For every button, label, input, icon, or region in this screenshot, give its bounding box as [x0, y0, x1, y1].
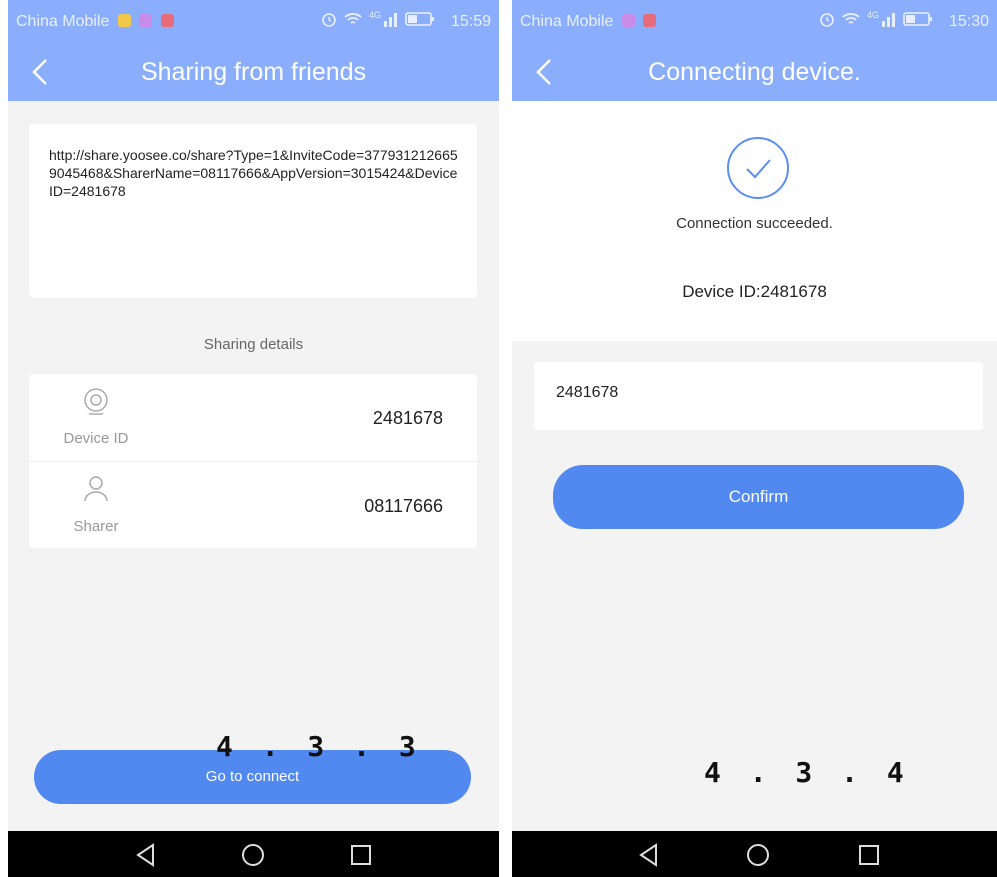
device-id-input[interactable] — [556, 384, 936, 402]
section-label: Sharing details — [203, 336, 304, 353]
status-icons: 4G — [321, 10, 435, 27]
phone-screen-connecting: China Mobile 4G 15:30 Connecting device.… — [512, 0, 997, 877]
nav-home-icon[interactable] — [240, 842, 266, 868]
alarm-icon — [322, 13, 336, 27]
sharing-details-card: Device ID 2481678 Sharer 08117666 — [29, 374, 477, 548]
message-notification-icon — [160, 14, 174, 27]
sharer-label: Sharer — [73, 518, 119, 535]
page-title: Connecting device. — [648, 58, 861, 86]
device-id-input-box — [534, 362, 983, 430]
share-url-card: http://share.yoosee.co/share?Type=1&Invi… — [29, 124, 477, 298]
share-url-text: http://share.yoosee.co/share?Type=1&Invi… — [49, 147, 458, 199]
battery-icon — [903, 12, 932, 26]
battery-icon — [405, 12, 434, 26]
success-check-icon — [727, 137, 789, 199]
status-time: 15:30 — [948, 13, 989, 30]
device-id-label: Device ID — [63, 430, 129, 447]
signal-icon — [882, 13, 895, 27]
status-icons: 4G — [819, 10, 933, 27]
nav-back-icon[interactable] — [133, 842, 159, 868]
nav-home-icon[interactable] — [745, 842, 771, 868]
device-id-value: 2481678 — [372, 408, 443, 428]
wifi-icon — [344, 13, 362, 24]
signal-icon — [384, 13, 397, 27]
detail-row-sharer: Sharer 08117666 — [29, 461, 477, 549]
system-nav-bar — [8, 831, 499, 877]
network-type: 4G — [866, 10, 879, 20]
sharer-value: 08117666 — [364, 496, 443, 516]
device-id-text: Device ID:2481678 — [682, 282, 827, 301]
person-icon — [84, 476, 108, 502]
phone-screen-sharing: China Mobile 4G 15:59 Sharing from frien… — [8, 0, 499, 877]
network-type: 4G — [368, 10, 381, 20]
message-notification-icon — [643, 14, 657, 27]
camera-icon — [84, 388, 108, 415]
connection-status-text: Connection succeeded. — [676, 215, 833, 232]
status-bar: China Mobile 4G 15:59 — [8, 0, 499, 44]
app-notification-icon — [117, 14, 131, 27]
system-nav-bar — [512, 831, 997, 877]
nav-back-icon[interactable] — [636, 842, 662, 868]
detail-row-device-id: Device ID 2481678 — [29, 374, 477, 461]
carrier-label: China Mobile — [16, 13, 174, 31]
nav-recents-icon[interactable] — [856, 842, 882, 868]
wifi-icon — [842, 13, 860, 24]
gallery-notification-icon — [621, 14, 635, 27]
figure-number-label: 4 . 3 . 4 — [704, 756, 910, 789]
nav-recents-icon[interactable] — [348, 842, 374, 868]
alarm-icon — [820, 13, 834, 27]
figure-number-label: 4 . 3 . 3 — [216, 730, 422, 763]
status-time: 15:59 — [450, 13, 491, 30]
gallery-notification-icon — [139, 14, 153, 27]
page-title: Sharing from friends — [140, 58, 367, 86]
carrier-label: China Mobile — [520, 13, 657, 31]
confirm-button[interactable]: Confirm — [553, 465, 964, 529]
status-bar: China Mobile 4G 15:30 — [512, 0, 997, 44]
title-bar: Sharing from friends — [8, 44, 499, 101]
title-bar: Connecting device. — [512, 44, 997, 101]
